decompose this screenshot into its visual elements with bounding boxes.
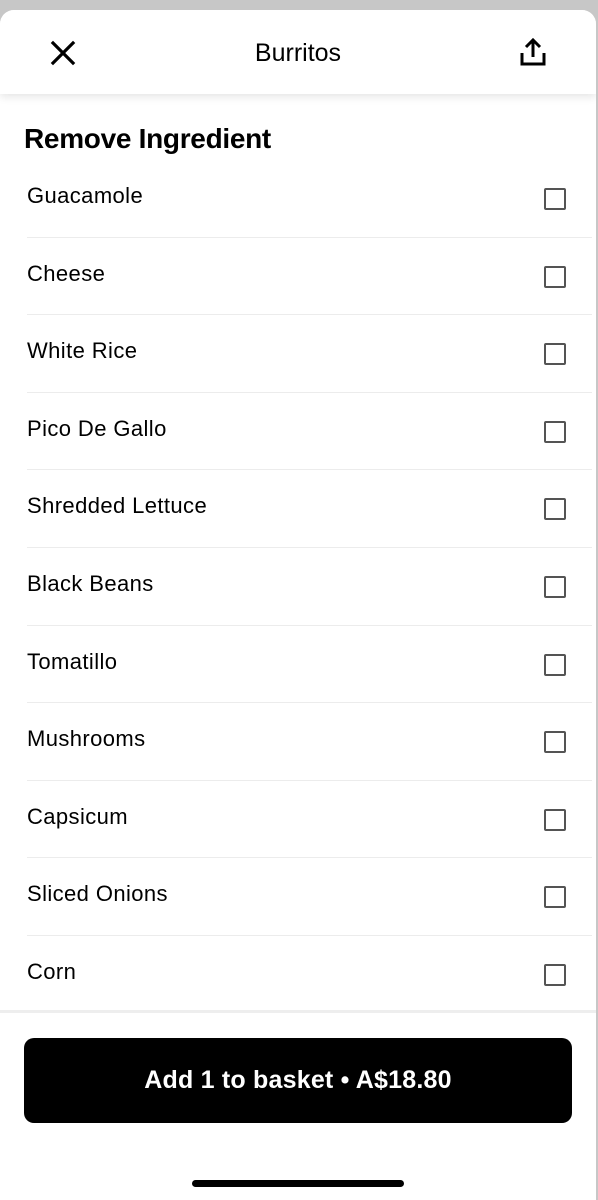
ingredient-row-shredded-lettuce[interactable]: Shredded Lettuce (27, 470, 592, 548)
footer-divider (0, 1010, 596, 1013)
bottom-sheet: Burritos Remove Ingredient Guacamole Che… (0, 10, 596, 1200)
ingredient-label: Guacamole (27, 183, 144, 208)
section-title: Remove Ingredient (24, 123, 271, 154)
ingredient-checkbox[interactable] (544, 575, 566, 598)
ingredient-label: Cheese (27, 260, 106, 286)
ingredient-row-pico-de-gallo[interactable]: Pico De Gallo (27, 393, 592, 471)
ingredient-checkbox[interactable] (544, 498, 566, 521)
ingredient-row-cheese[interactable]: Cheese (27, 238, 592, 316)
ingredient-label: Sliced Onions (27, 881, 168, 907)
add-to-basket-button[interactable]: Add 1 to basket • A$18.80 (24, 1038, 572, 1123)
ingredient-checkbox[interactable] (544, 731, 566, 754)
ingredient-label: Pico De Gallo (27, 415, 167, 441)
ingredient-row-guacamole[interactable]: Guacamole (27, 160, 592, 238)
ingredient-list: Guacamole Cheese White Rice Pico De Gall… (27, 160, 592, 1014)
ingredient-label: Corn (27, 958, 77, 984)
ingredient-row-black-beans[interactable]: Black Beans (27, 548, 592, 626)
ingredient-checkbox[interactable] (544, 343, 566, 366)
ingredient-checkbox[interactable] (544, 808, 566, 831)
share-button[interactable] (508, 30, 558, 74)
home-indicator (192, 1180, 404, 1187)
share-icon (520, 37, 546, 66)
header: Burritos (0, 10, 596, 94)
ingredient-label: Capsicum (27, 803, 129, 829)
ingredient-row-sliced-onions[interactable]: Sliced Onions (27, 858, 592, 936)
ingredient-checkbox[interactable] (544, 265, 566, 288)
ingredient-label: White Rice (27, 338, 138, 364)
ingredient-row-capsicum[interactable]: Capsicum (27, 781, 592, 859)
ingredient-label: Shredded Lettuce (27, 493, 208, 519)
ingredient-label: Mushrooms (27, 726, 146, 752)
ingredient-row-tomatillo[interactable]: Tomatillo (27, 626, 592, 704)
ingredient-row-mushrooms[interactable]: Mushrooms (27, 703, 592, 781)
ingredient-checkbox[interactable] (544, 886, 566, 909)
ingredient-checkbox[interactable] (544, 653, 566, 676)
ingredient-checkbox[interactable] (544, 420, 566, 443)
ingredient-checkbox[interactable] (544, 963, 566, 986)
page-title: Burritos (254, 39, 342, 67)
ingredient-row-corn[interactable]: Corn (27, 936, 592, 1014)
ingredient-checkbox[interactable] (544, 188, 566, 210)
ingredient-label: Tomatillo (27, 648, 118, 674)
ingredient-label: Black Beans (27, 570, 154, 596)
ingredient-row-white-rice[interactable]: White Rice (27, 315, 592, 393)
